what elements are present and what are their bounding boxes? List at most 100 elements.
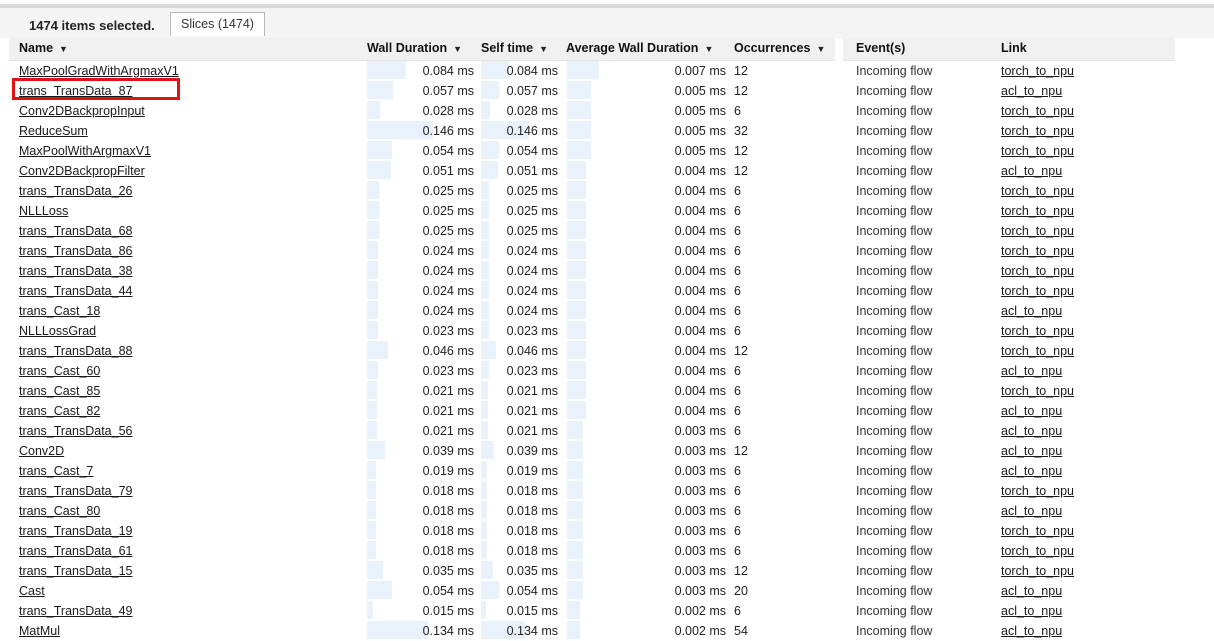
flow-link[interactable]: torch_to_npu	[1001, 144, 1074, 158]
flow-link[interactable]: acl_to_npu	[1001, 604, 1062, 618]
table-row[interactable]: trans_TransData_19 0.018 ms 0.018 ms 0.003 …	[9, 521, 835, 541]
flow-link[interactable]: torch_to_npu	[1001, 244, 1074, 258]
slice-name-link[interactable]: NLLLossGrad	[19, 324, 96, 338]
sort-arrow-icon[interactable]: ▼	[453, 44, 462, 54]
flow-link[interactable]: acl_to_npu	[1001, 164, 1062, 178]
self-time-value: 0.057 ms	[506, 84, 558, 98]
slice-name-link[interactable]: trans_TransData_26	[19, 184, 133, 198]
slice-name-link[interactable]: trans_TransData_88	[19, 344, 133, 358]
table-row[interactable]: NLLLoss 0.025 ms 0.025 ms 0.004 ms 6	[9, 201, 835, 221]
table-row[interactable]: trans_TransData_15 0.035 ms 0.035 ms 0.003 …	[9, 561, 835, 581]
sort-arrow-icon[interactable]: ▼	[59, 44, 68, 54]
table-row[interactable]: trans_Cast_18 0.024 ms 0.024 ms 0.004 ms 6	[9, 301, 835, 321]
slice-name-link[interactable]: trans_Cast_82	[19, 404, 100, 418]
slice-name-link[interactable]: trans_TransData_61	[19, 544, 133, 558]
slice-name-link[interactable]: Conv2D	[19, 444, 64, 458]
table-row[interactable]: trans_Cast_82 0.021 ms 0.021 ms 0.004 ms 6	[9, 401, 835, 421]
table-row[interactable]: trans_TransData_56 0.021 ms 0.021 ms 0.003 …	[9, 421, 835, 441]
sort-arrow-icon[interactable]: ▼	[704, 44, 713, 54]
sort-arrow-icon[interactable]: ▼	[539, 44, 548, 54]
flow-link[interactable]: torch_to_npu	[1001, 484, 1074, 498]
table-row[interactable]: trans_TransData_61 0.018 ms 0.018 ms 0.003 …	[9, 541, 835, 561]
sort-arrow-icon[interactable]: ▼	[816, 44, 825, 54]
flow-link[interactable]: acl_to_npu	[1001, 584, 1062, 598]
slice-name-link[interactable]: Conv2DBackpropInput	[19, 104, 145, 118]
column-header-self-time[interactable]: Self time ▼	[481, 41, 548, 55]
slice-name-link[interactable]: ReduceSum	[19, 124, 88, 138]
flow-link[interactable]: torch_to_npu	[1001, 64, 1074, 78]
slice-name-link[interactable]: trans_TransData_86	[19, 244, 133, 258]
flow-row: Incoming flow acl_to_npu	[843, 401, 1175, 421]
slice-name-link[interactable]: trans_TransData_19	[19, 524, 133, 538]
slice-name-link[interactable]: trans_Cast_80	[19, 504, 100, 518]
flow-link[interactable]: acl_to_npu	[1001, 364, 1062, 378]
table-row[interactable]: Conv2DBackpropFilter 0.051 ms 0.051 ms 0.00…	[9, 161, 835, 181]
wall-duration-value: 0.021 ms	[422, 404, 474, 418]
slice-name-link[interactable]: trans_TransData_68	[19, 224, 133, 238]
table-row[interactable]: trans_TransData_68 0.025 ms 0.025 ms 0.004 …	[9, 221, 835, 241]
flow-link[interactable]: acl_to_npu	[1001, 84, 1062, 98]
flow-link[interactable]: torch_to_npu	[1001, 224, 1074, 238]
table-row[interactable]: MatMul 0.134 ms 0.134 ms 0.002 ms 54	[9, 621, 835, 641]
table-row[interactable]: trans_TransData_88 0.046 ms 0.046 ms 0.004 …	[9, 341, 835, 361]
table-row[interactable]: trans_TransData_44 0.024 ms 0.024 ms 0.004 …	[9, 281, 835, 301]
slice-name-link[interactable]: trans_Cast_7	[19, 464, 93, 478]
slice-name-link[interactable]: trans_TransData_56	[19, 424, 133, 438]
flow-link[interactable]: torch_to_npu	[1001, 284, 1074, 298]
column-header-occurrences[interactable]: Occurrences ▼	[734, 41, 825, 55]
slice-name-link[interactable]: trans_Cast_60	[19, 364, 100, 378]
flow-link[interactable]: torch_to_npu	[1001, 184, 1074, 198]
flow-link[interactable]: acl_to_npu	[1001, 504, 1062, 518]
slice-name-link[interactable]: trans_TransData_44	[19, 284, 133, 298]
flow-link[interactable]: torch_to_npu	[1001, 384, 1074, 398]
table-row[interactable]: Conv2DBackpropInput 0.028 ms 0.028 ms 0.005…	[9, 101, 835, 121]
table-row[interactable]: trans_Cast_60 0.023 ms 0.023 ms 0.004 ms 6	[9, 361, 835, 381]
table-row[interactable]: trans_Cast_85 0.021 ms 0.021 ms 0.004 ms 6	[9, 381, 835, 401]
table-row[interactable]: trans_TransData_79 0.018 ms 0.018 ms 0.003 …	[9, 481, 835, 501]
table-row[interactable]: trans_TransData_86 0.024 ms 0.024 ms 0.004 …	[9, 241, 835, 261]
column-header-name[interactable]: Name ▼	[19, 41, 68, 55]
flow-link[interactable]: torch_to_npu	[1001, 264, 1074, 278]
flow-link[interactable]: acl_to_npu	[1001, 464, 1062, 478]
tab-slices[interactable]: Slices (1474)	[170, 12, 265, 36]
slice-name-link[interactable]: MaxPoolWithArgmaxV1	[19, 144, 151, 158]
column-header-average-wall-duration[interactable]: Average Wall Duration ▼	[566, 41, 713, 55]
flow-link[interactable]: torch_to_npu	[1001, 324, 1074, 338]
slice-name-link[interactable]: NLLLoss	[19, 204, 68, 218]
table-row[interactable]: MaxPoolWithArgmaxV1 0.054 ms 0.054 ms 0.005…	[9, 141, 835, 161]
flow-link[interactable]: acl_to_npu	[1001, 404, 1062, 418]
table-row[interactable]: Cast 0.054 ms 0.054 ms 0.003 ms 20	[9, 581, 835, 601]
flow-link[interactable]: acl_to_npu	[1001, 444, 1062, 458]
table-row[interactable]: trans_Cast_7 0.019 ms 0.019 ms 0.003 ms 6	[9, 461, 835, 481]
slice-name-link[interactable]: trans_TransData_38	[19, 264, 133, 278]
slice-name-link[interactable]: trans_Cast_85	[19, 384, 100, 398]
slice-name-link[interactable]: Conv2DBackpropFilter	[19, 164, 145, 178]
occurrences-value: 6	[734, 244, 741, 258]
flow-link[interactable]: torch_to_npu	[1001, 564, 1074, 578]
slice-name-link[interactable]: trans_Cast_18	[19, 304, 100, 318]
slice-name-link[interactable]: trans_TransData_79	[19, 484, 133, 498]
wall-duration-value: 0.021 ms	[422, 424, 474, 438]
table-row[interactable]: trans_Cast_80 0.018 ms 0.018 ms 0.003 ms 6	[9, 501, 835, 521]
flow-link[interactable]: acl_to_npu	[1001, 424, 1062, 438]
table-row[interactable]: trans_TransData_38 0.024 ms 0.024 ms 0.004 …	[9, 261, 835, 281]
flow-link[interactable]: torch_to_npu	[1001, 544, 1074, 558]
slice-name-link[interactable]: trans_TransData_15	[19, 564, 133, 578]
slice-name-link[interactable]: MaxPoolGradWithArgmaxV1	[19, 64, 179, 78]
table-row[interactable]: NLLLossGrad 0.023 ms 0.023 ms 0.004 ms 6	[9, 321, 835, 341]
table-row[interactable]: Conv2D 0.039 ms 0.039 ms 0.003 ms 12	[9, 441, 835, 461]
slice-name-link[interactable]: Cast	[19, 584, 45, 598]
column-header-wall-duration[interactable]: Wall Duration ▼	[367, 41, 462, 55]
flow-link[interactable]: torch_to_npu	[1001, 344, 1074, 358]
flow-link[interactable]: torch_to_npu	[1001, 204, 1074, 218]
table-row[interactable]: trans_TransData_26 0.025 ms 0.025 ms 0.004 …	[9, 181, 835, 201]
flow-link[interactable]: acl_to_npu	[1001, 304, 1062, 318]
table-row[interactable]: trans_TransData_49 0.015 ms 0.015 ms 0.002 …	[9, 601, 835, 621]
slice-name-link[interactable]: trans_TransData_49	[19, 604, 133, 618]
flow-link[interactable]: torch_to_npu	[1001, 104, 1074, 118]
flow-link[interactable]: acl_to_npu	[1001, 624, 1062, 638]
slice-name-link[interactable]: MatMul	[19, 624, 60, 638]
table-row[interactable]: ReduceSum 0.146 ms 0.146 ms 0.005 ms 32	[9, 121, 835, 141]
flow-link[interactable]: torch_to_npu	[1001, 124, 1074, 138]
flow-link[interactable]: torch_to_npu	[1001, 524, 1074, 538]
